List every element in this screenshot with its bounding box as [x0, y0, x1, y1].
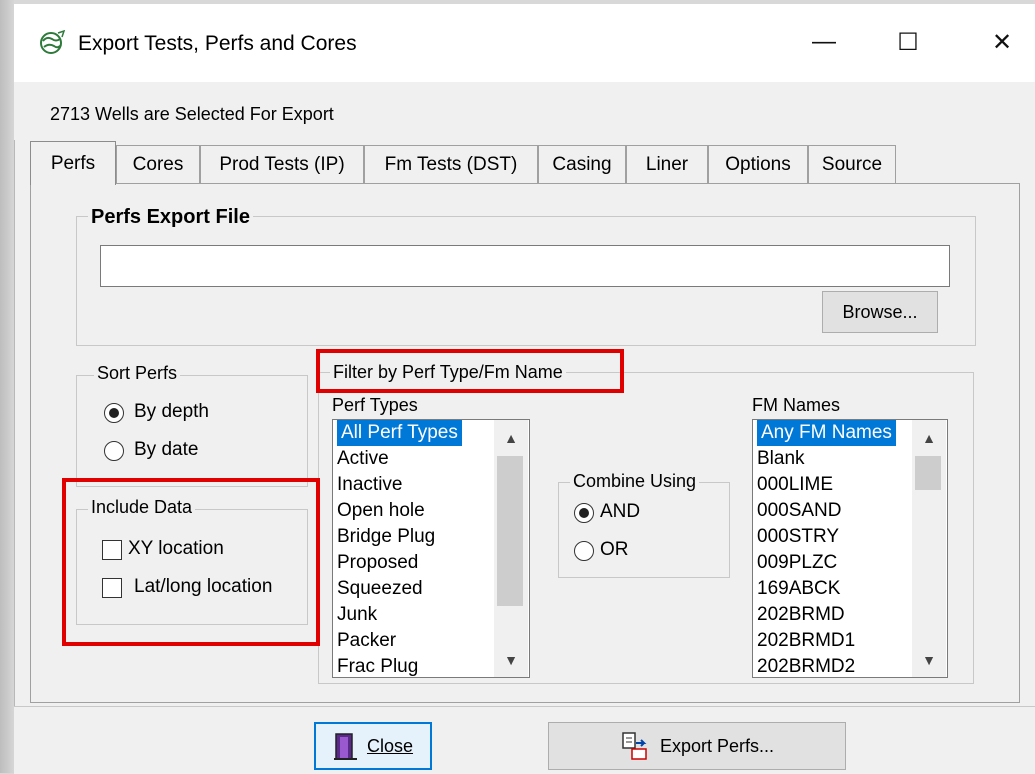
- selected-wells-status: 2713 Wells are Selected For Export: [50, 104, 334, 124]
- combine-and-label: AND: [600, 501, 641, 522]
- tab-casing[interactable]: Casing: [538, 145, 626, 183]
- export-perfs-label: Export Perfs...: [659, 735, 775, 756]
- close-button-label: Close: [366, 735, 414, 756]
- fm-names-scroll-down-icon[interactable]: ▼: [912, 646, 946, 674]
- tab-liner[interactable]: Liner: [626, 145, 708, 183]
- perf-types-scroll-up-icon[interactable]: ▲: [494, 424, 528, 452]
- sort-by-date-label: By date: [134, 439, 199, 460]
- combine-or-label: OR: [600, 539, 629, 560]
- combine-using-group: [558, 482, 730, 578]
- perf-types-scroll-thumb[interactable]: [497, 456, 523, 606]
- perf-types-label: Perf Types: [332, 395, 418, 415]
- export-file-icon: [620, 731, 650, 761]
- background-edge: [0, 0, 14, 773]
- tab-perfs[interactable]: Perfs: [30, 141, 116, 185]
- tab-source[interactable]: Source: [808, 145, 896, 183]
- combine-using-group-label: Combine Using: [570, 471, 700, 492]
- window-title: Export Tests, Perfs and Cores: [78, 32, 357, 55]
- tab-options[interactable]: Options: [708, 145, 808, 183]
- minimize-button[interactable]: —: [794, 18, 854, 66]
- combine-or-radio[interactable]: [574, 541, 594, 561]
- export-file-path-input[interactable]: [100, 245, 950, 287]
- close-button[interactable]: Close: [314, 722, 432, 770]
- sort-perfs-group: [76, 375, 308, 487]
- sort-by-depth-radio[interactable]: [104, 403, 124, 423]
- fm-name-item[interactable]: Any FM Names: [757, 420, 896, 446]
- app-globe-icon: [38, 29, 66, 56]
- tab-fm-tests[interactable]: Fm Tests (DST): [364, 145, 538, 183]
- sort-by-depth-label: By depth: [134, 401, 209, 422]
- perf-types-scroll-down-icon[interactable]: ▼: [494, 646, 528, 674]
- maximize-button[interactable]: ☐: [878, 18, 938, 66]
- close-window-button[interactable]: ✕: [972, 18, 1032, 66]
- sort-perfs-group-label: Sort Perfs: [94, 363, 181, 384]
- tab-prod-tests[interactable]: Prod Tests (IP): [200, 145, 364, 183]
- fm-names-label: FM Names: [752, 395, 841, 415]
- combine-and-radio[interactable]: [574, 503, 594, 523]
- highlight-filter-label: [316, 349, 624, 393]
- export-perfs-button[interactable]: Export Perfs...: [548, 722, 846, 770]
- highlight-include-data: [62, 478, 320, 646]
- tab-cores[interactable]: Cores: [116, 145, 200, 183]
- sort-by-date-radio[interactable]: [104, 441, 124, 461]
- browse-button[interactable]: Browse...: [822, 291, 938, 333]
- fm-names-scroll-up-icon[interactable]: ▲: [912, 424, 946, 452]
- export-file-group-label: Perfs Export File: [88, 206, 253, 229]
- close-door-icon: [333, 731, 359, 761]
- fm-names-scroll-thumb[interactable]: [915, 456, 941, 490]
- bottom-button-bar: [14, 706, 1035, 774]
- perf-type-item[interactable]: All Perf Types: [337, 420, 462, 446]
